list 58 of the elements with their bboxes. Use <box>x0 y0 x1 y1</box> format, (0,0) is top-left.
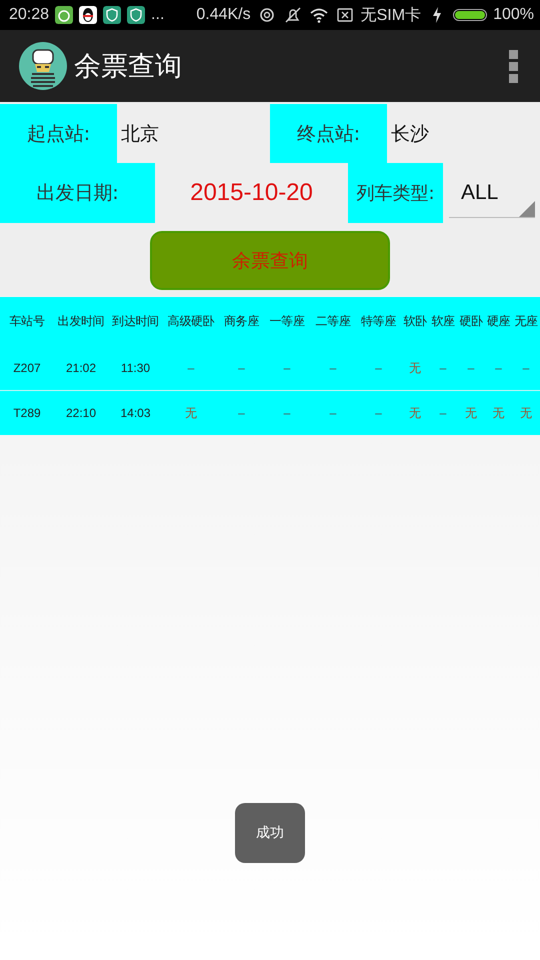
input-field[interactable]: 北京 <box>117 104 270 163</box>
label: 起点站: <box>0 104 117 163</box>
table-cell: – <box>356 390 401 435</box>
table-cell: 无 <box>163 390 219 435</box>
table-cell: 无 <box>485 390 512 435</box>
column-header: 到达时间 <box>111 313 160 330</box>
table-cell: – <box>356 346 401 390</box>
table-cell: – <box>219 346 264 390</box>
status-time: 20:28 <box>9 6 50 24</box>
table-cell: 22:10 <box>54 390 108 435</box>
table-cell: – <box>512 346 540 390</box>
table-cell: – <box>163 346 219 390</box>
input-field[interactable]: 长沙 <box>387 104 540 163</box>
date-field[interactable]: 2015-10-20 <box>155 163 348 223</box>
table-cell: – <box>264 346 310 390</box>
table-cell: 14:03 <box>108 390 163 435</box>
table-cell: 21:02 <box>54 346 108 390</box>
shield-app-icon <box>103 6 122 24</box>
column-header: 车站号 <box>8 313 46 330</box>
train-driver-logo-icon <box>18 41 68 91</box>
table-cell: 无 <box>512 390 540 435</box>
table-cell: Z207 <box>0 346 54 390</box>
table-cell: 无 <box>457 390 485 435</box>
toast-message: 成功 <box>235 803 305 863</box>
table-cell: T289 <box>0 390 54 435</box>
more-notifications: ... <box>151 6 164 24</box>
table-cell: – <box>429 390 457 435</box>
column-header: 软座 <box>430 313 456 330</box>
column-header: 无座 <box>513 313 539 330</box>
column-header: 特等座 <box>360 313 398 330</box>
table-cell: – <box>457 346 485 390</box>
table-cell: – <box>264 390 310 435</box>
column-header: 出发时间 <box>56 313 106 330</box>
column-header: 硬卧 <box>458 313 484 330</box>
sim-status: 无SIM卡 <box>360 6 422 26</box>
column-header: 软卧 <box>402 313 428 330</box>
table-cell: – <box>429 346 457 390</box>
column-header: 硬座 <box>486 313 512 330</box>
table-cell: – <box>310 390 356 435</box>
battery-percent: 100% <box>493 6 534 24</box>
shield-app-icon <box>127 6 146 24</box>
table-cell: – <box>219 390 264 435</box>
battery-icon <box>453 9 488 21</box>
label: 出发日期: <box>0 163 155 223</box>
table-cell: 无 <box>401 390 429 435</box>
table-cell: – <box>485 346 512 390</box>
table-cell: 无 <box>401 346 429 390</box>
table-cell: – <box>310 346 356 390</box>
network-speed: 0.44K/s <box>196 6 251 24</box>
column-header: 高级硬卧 <box>166 313 216 330</box>
label: 终点站: <box>270 104 387 163</box>
label: 列车类型: <box>348 163 443 223</box>
column-header: 商务座 <box>222 313 260 330</box>
train-type-dropdown[interactable]: ALL <box>449 168 535 218</box>
column-header: 一等座 <box>268 313 306 330</box>
app-title: 余票查询 <box>74 50 183 84</box>
table-cell: 11:30 <box>108 346 163 390</box>
column-header: 二等座 <box>314 313 352 330</box>
